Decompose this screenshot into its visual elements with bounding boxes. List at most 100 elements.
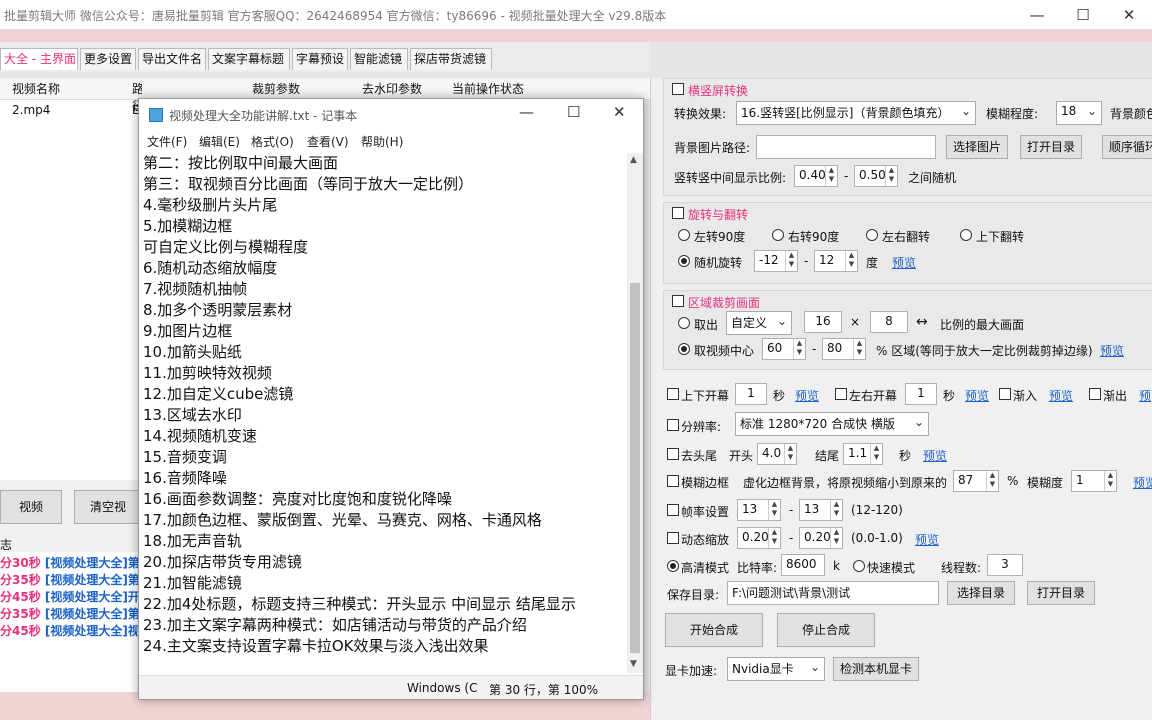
rotate-right-radio[interactable] <box>772 229 784 241</box>
rotate-flip-checkbox[interactable] <box>672 207 684 219</box>
fps-min-stepper[interactable]: 13 ▲ ▼ <box>737 499 781 521</box>
detect-gpu-button[interactable]: 检测本机显卡 <box>833 657 919 681</box>
crop-take-radio[interactable] <box>678 317 690 329</box>
random-rotate-radio[interactable] <box>678 255 690 267</box>
rotate-min-stepper[interactable]: -12 ▲ ▼ <box>754 250 798 272</box>
center-min-stepper[interactable]: 60 ▲ ▼ <box>762 338 806 360</box>
trim-checkbox[interactable] <box>667 448 679 460</box>
fade-top-checkbox[interactable] <box>667 388 679 400</box>
fade-lr-preview[interactable]: 预览 <box>965 387 989 404</box>
fade-lr-checkbox[interactable] <box>835 388 847 400</box>
fps-max-stepper[interactable]: 13 ▲ ▼ <box>799 499 843 521</box>
notepad-text-area[interactable]: 第二：按比例取中间最大画面 第三：取视频百分比画面（等同于放大一定比例） 4.毫秒级… <box>139 153 627 673</box>
open-dir-button[interactable]: 打开目录 <box>1020 135 1082 159</box>
resolution-checkbox[interactable] <box>667 419 679 431</box>
effect-select[interactable]: 16.竖转竖[比例显示]（背景颜色填充） ⌄ <box>736 101 976 125</box>
crop-preview-link[interactable]: 预览 <box>1100 342 1124 359</box>
screen-convert-checkbox[interactable] <box>672 83 684 95</box>
gpu-select[interactable]: Nvidia显卡 ⌄ <box>727 657 825 681</box>
bitrate-input[interactable]: 8600 <box>781 554 825 576</box>
fade-top-preview[interactable]: 预览 <box>795 387 819 404</box>
scroll-thumb[interactable] <box>630 283 640 653</box>
chevron-down-icon: ⌄ <box>776 314 787 328</box>
zoom-checkbox[interactable] <box>667 532 679 544</box>
close-button[interactable]: ✕ <box>1106 0 1152 30</box>
flip-lr-radio[interactable] <box>866 229 878 241</box>
close-icon[interactable]: ✕ <box>613 103 626 121</box>
trim-head-stepper[interactable]: 4.0 ▲ ▼ <box>757 443 797 465</box>
crop-center-radio[interactable] <box>678 343 690 355</box>
blur-border-checkbox[interactable] <box>667 475 679 487</box>
blur-select[interactable]: 18 ⌄ <box>1056 101 1102 125</box>
clear-video-button[interactable]: 清空视 <box>74 490 142 524</box>
menu-edit[interactable]: 编辑(E) <box>199 133 240 150</box>
fade-in-preview[interactable]: 预览 <box>1049 387 1073 404</box>
save-dir-input[interactable]: F:\问题测试\背景\测试 <box>727 581 939 605</box>
zoom-min-stepper[interactable]: 0.20 ▲ ▼ <box>737 527 781 549</box>
fade-lr-input[interactable]: 1 <box>905 383 937 405</box>
crop-h-input[interactable]: 8 <box>870 311 908 333</box>
crop-checkbox[interactable] <box>672 295 684 307</box>
order-loop-button[interactable]: 顺序循环 <box>1102 135 1152 159</box>
tab-more-settings[interactable]: 更多设置 <box>80 48 136 70</box>
notepad-titlebar[interactable]: 视频处理大全功能讲解.txt - 记事本 — ☐ ✕ <box>139 99 643 131</box>
open-save-dir-button[interactable]: 打开目录 <box>1027 581 1095 605</box>
trim-tail-stepper[interactable]: 1.1 ▲ ▼ <box>843 443 883 465</box>
tab-main[interactable]: 大全 - 主界面 <box>0 48 78 70</box>
crop-w-input[interactable]: 16 <box>804 311 842 333</box>
stop-button[interactable]: 停止合成 <box>777 613 875 647</box>
add-video-button[interactable]: 视频 <box>0 490 62 524</box>
fade-out-preview[interactable]: 预 <box>1139 387 1151 404</box>
fps-checkbox[interactable] <box>667 504 679 516</box>
fade-top-input[interactable]: 1 <box>735 383 767 405</box>
rotate-preview-link[interactable]: 预览 <box>892 254 916 271</box>
swap-icon[interactable]: ↔ <box>916 314 928 330</box>
flip-ud-radio[interactable] <box>960 229 972 241</box>
hq-mode-radio[interactable] <box>667 560 679 572</box>
ratio-max-stepper[interactable]: 0.50 ▲ ▼ <box>854 165 898 187</box>
table-row[interactable]: 2.mp4 E <box>0 100 142 122</box>
center-max-stepper[interactable]: 80 ▲ ▼ <box>822 338 866 360</box>
menu-format[interactable]: 格式(O) <box>251 133 294 150</box>
menu-help[interactable]: 帮助(H) <box>361 133 403 150</box>
zoom-max-stepper[interactable]: 0.20 ▲ ▼ <box>799 527 843 549</box>
rotate-max-stepper[interactable]: 12 ▲ ▼ <box>814 250 858 272</box>
bg-path-input[interactable] <box>756 135 936 159</box>
fade-out-checkbox[interactable] <box>1089 388 1101 400</box>
col-video-name[interactable]: 视频名称 <box>12 80 60 97</box>
fast-mode-radio[interactable] <box>853 560 865 572</box>
menu-file[interactable]: 文件(F) <box>147 133 187 150</box>
tab-shop-filter[interactable]: 探店带货滤镜 <box>410 48 492 70</box>
zoom-preview[interactable]: 预览 <box>915 531 939 548</box>
start-button[interactable]: 开始合成 <box>665 613 763 647</box>
tab-subtitle-title[interactable]: 文案字幕标题 <box>208 48 290 70</box>
threads-input[interactable]: 3 <box>987 554 1023 576</box>
maximize-button[interactable]: ☐ <box>1060 0 1106 30</box>
tab-subtitle-preset[interactable]: 字幕预设 <box>292 48 348 70</box>
tab-export-filename[interactable]: 导出文件名 <box>138 48 206 70</box>
col-crop-params[interactable]: 裁剪参数 <box>252 80 300 97</box>
blur-pct-stepper[interactable]: 87 ▲ ▼ <box>953 470 999 492</box>
col-status[interactable]: 当前操作状态 <box>452 80 524 97</box>
resolution-select[interactable]: 标准 1280*720 合成快 横版 ⌄ <box>735 412 929 436</box>
crop-mode-select[interactable]: 自定义 ⌄ <box>726 311 792 335</box>
scroll-up-icon[interactable]: ▲ <box>630 155 637 165</box>
notepad-scrollbar[interactable]: ▲ ▼ <box>627 153 643 673</box>
notepad-window[interactable]: 视频处理大全功能讲解.txt - 记事本 — ☐ ✕ 文件(F) 编辑(E) 格… <box>138 98 644 700</box>
trim-preview[interactable]: 预览 <box>923 447 947 464</box>
ratio-min-stepper[interactable]: 0.40 ▲ ▼ <box>794 165 838 187</box>
tab-smart-filter[interactable]: 智能滤镜 <box>350 48 408 70</box>
col-watermark-params[interactable]: 去水印参数 <box>362 80 422 97</box>
blur-degree-stepper[interactable]: 1 ▲ ▼ <box>1071 470 1117 492</box>
blur-preview[interactable]: 预览 <box>1133 474 1152 491</box>
menu-view[interactable]: 查看(V) <box>307 133 349 150</box>
choose-image-button[interactable]: 选择图片 <box>946 135 1008 159</box>
maximize-icon[interactable]: ☐ <box>567 103 580 121</box>
fade-in-checkbox[interactable] <box>999 388 1011 400</box>
minimize-icon[interactable]: — <box>519 103 534 121</box>
choose-dir-button[interactable]: 选择目录 <box>947 581 1015 605</box>
dash: - <box>789 503 794 517</box>
scroll-down-icon[interactable]: ▼ <box>630 659 637 669</box>
rotate-left-radio[interactable] <box>678 229 690 241</box>
minimize-button[interactable]: — <box>1014 0 1060 30</box>
